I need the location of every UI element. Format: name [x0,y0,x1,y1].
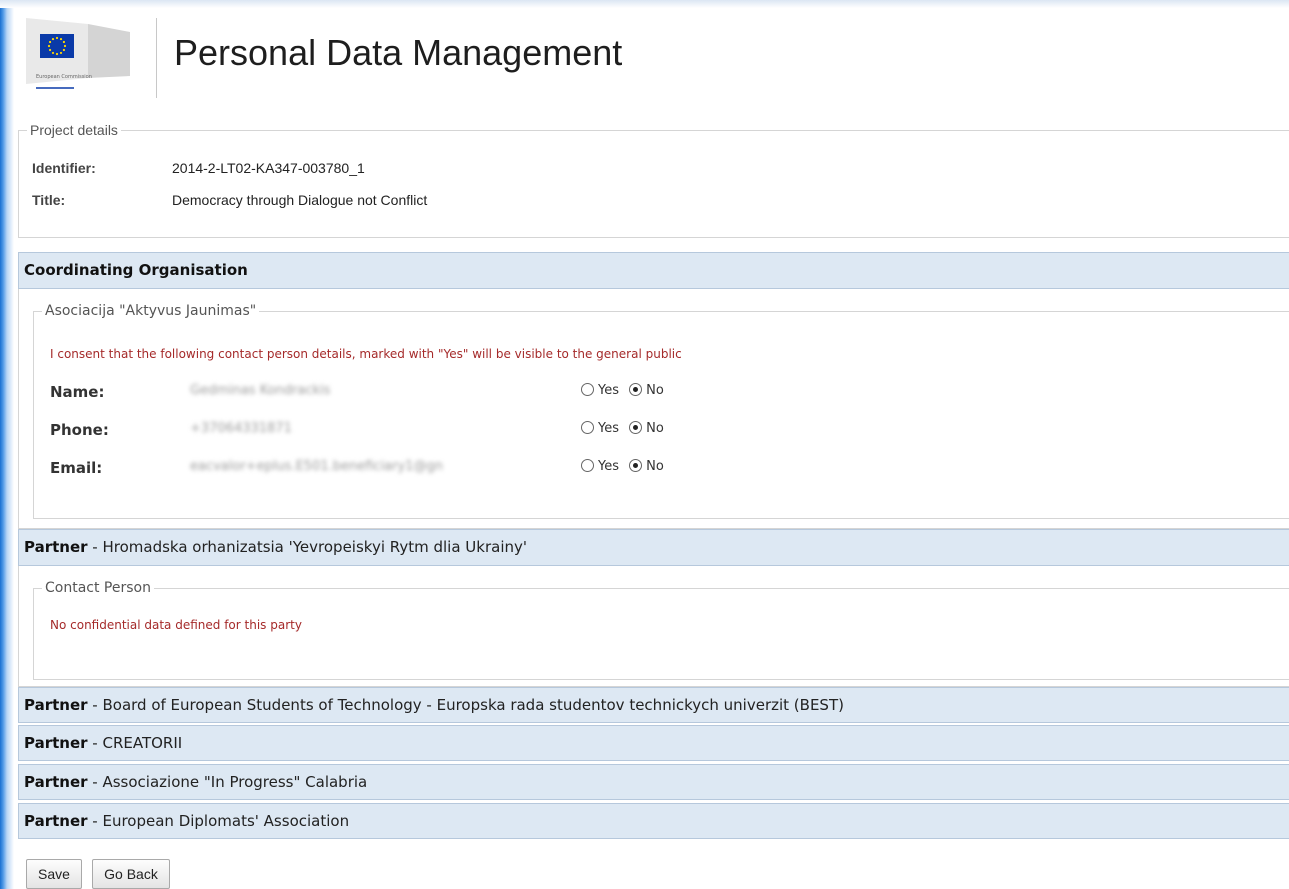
visibility-radios: Yes No [581,421,670,436]
eu-star [47,44,51,48]
partner-name: - Hromadska orhanizatsia 'Yevropeiskyi R… [87,538,528,556]
page-title: Personal Data Management [174,32,623,73]
contact-person-legend: Contact Person [45,580,151,596]
contact-row-phone: Phone: +37064331871 Yes No [50,419,730,443]
eu-star [55,52,59,56]
partner-prefix: Partner [24,734,88,752]
window-left-edge [0,0,16,889]
save-button[interactable]: Save [26,859,82,889]
partner-header[interactable]: Partner - Board of European Students of … [18,687,1289,723]
eu-star [48,40,52,44]
blurred-value: +37064331871 [190,421,292,436]
header-divider [156,18,157,98]
yes-radio[interactable] [581,383,594,396]
row-label: Phone: [50,421,109,439]
coordinating-heading: Coordinating Organisation [24,261,248,279]
partner-header[interactable]: Partner - Associazione "In Progress" Cal… [18,764,1289,800]
row-label: Name: [50,383,105,401]
partner-prefix: Partner [24,773,88,791]
european-commission-logo: European Commission [26,18,142,100]
consent-text: I consent that the following contact per… [50,347,682,361]
organisation-name: Asociacija "Aktyvus Jaunimas" [45,303,257,319]
visibility-radios: Yes No [581,459,670,474]
partner-name: - Board of European Students of Technolo… [87,696,844,714]
coordinating-organisation-header[interactable]: Coordinating Organisation [18,252,1289,289]
yes-label: Yes [598,459,619,474]
coordinating-panel: Asociacija "Aktyvus Jaunimas" I consent … [18,289,1289,529]
visibility-radios: Yes No [581,383,670,398]
eu-star [62,40,66,44]
eu-star [51,51,55,55]
partner-prefix: Partner [24,538,88,556]
yes-radio[interactable] [581,459,594,472]
project-details: Project details [18,122,1289,238]
eu-star [63,44,67,48]
logo-text: European Commission [36,74,92,80]
partner-prefix: Partner [24,812,88,830]
title-label: Title: [32,192,66,208]
window-top-edge [0,0,1289,8]
project-details-legend: Project details [30,122,118,138]
yes-radio[interactable] [581,421,594,434]
blurred-value: eacvalor+eplus.E501.beneficiary1@gn [190,459,443,474]
eu-star [59,51,63,55]
no-radio[interactable] [629,421,643,434]
row-label: Email: [50,459,103,477]
partner-header[interactable]: Partner - Hromadska orhanizatsia 'Yevrop… [18,529,1289,566]
no-radio[interactable] [629,383,643,396]
yes-label: Yes [598,421,619,436]
blurred-value: Gedminas Kondrackis [190,383,331,398]
eu-star [48,48,52,52]
partner-prefix: Partner [24,696,88,714]
eu-star [51,37,55,41]
header: European Commission Personal Data Manage… [18,8,1289,108]
contact-person-fieldset: Contact Person No confidential data defi… [33,580,1289,680]
eu-star [59,37,63,41]
go-back-button[interactable]: Go Back [92,859,170,889]
contact-row-email: Email: eacvalor+eplus.E501.beneficiary1@… [50,457,730,481]
no-label: No [646,421,664,436]
no-radio[interactable] [629,459,643,472]
no-data-text: No confidential data defined for this pa… [50,618,302,632]
page: European Commission Personal Data Manage… [18,8,1289,889]
partner-name: - Associazione "In Progress" Calabria [87,773,368,791]
title-value: Democracy through Dialogue not Conflict [172,192,428,208]
no-label: No [646,459,664,474]
partner-header[interactable]: Partner - European Diplomats' Associatio… [18,803,1289,839]
partner-name: - European Diplomats' Association [87,812,350,830]
yes-label: Yes [598,383,619,398]
identifier-label: Identifier: [32,160,96,176]
partner-panel: Contact Person No confidential data defi… [18,566,1289,687]
eu-star [62,48,66,52]
eu-star [55,36,59,40]
partner-name: - CREATORII [87,734,183,752]
partner-header[interactable]: Partner - CREATORII [18,725,1289,761]
identifier-value: 2014-2-LT02-KA347-003780_1 [172,160,365,176]
organisation-fieldset: Asociacija "Aktyvus Jaunimas" I consent … [33,303,1289,519]
contact-row-name: Name: Gedminas Kondrackis Yes No [50,381,730,405]
no-label: No [646,383,664,398]
